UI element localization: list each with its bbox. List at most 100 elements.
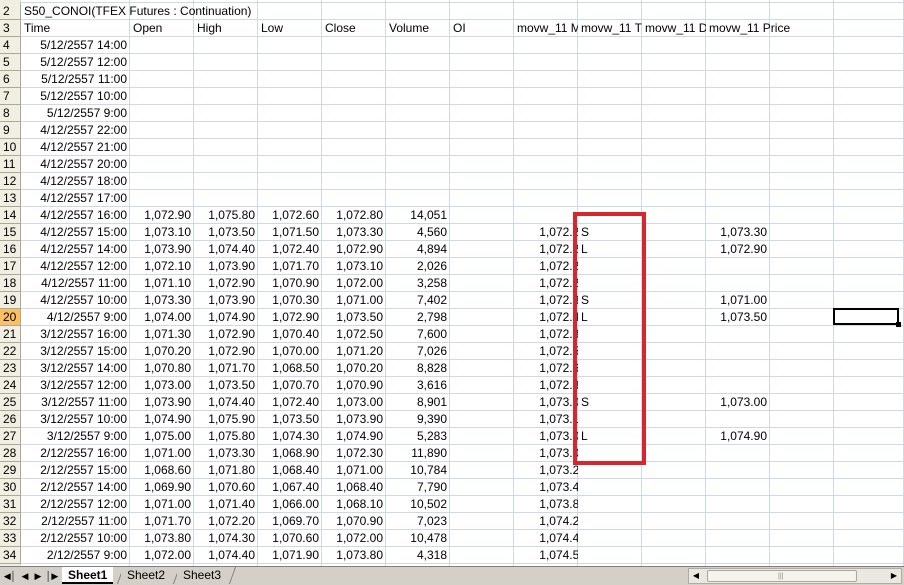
movw-value-cell[interactable]: 1,072.39 <box>514 326 578 343</box>
next-sheet-button[interactable]: ▶ <box>31 569 45 583</box>
row-header[interactable]: 13 <box>0 190 21 207</box>
time-cell[interactable]: 2/12/2557 11:00 <box>21 513 130 530</box>
value-cell[interactable]: 1,069.90 <box>130 479 194 496</box>
row-header[interactable]: 32 <box>0 513 21 530</box>
value-cell[interactable]: 11,890 <box>386 445 450 462</box>
time-cell[interactable]: 2/12/2557 12:00 <box>21 496 130 513</box>
value-cell[interactable]: 1,073.30 <box>194 445 258 462</box>
time-cell[interactable]: 2/12/2557 15:00 <box>21 462 130 479</box>
time-cell[interactable]: 4/12/2557 14:00 <box>21 241 130 258</box>
movw-value-cell[interactable]: 1,074.59 <box>514 547 578 564</box>
value-cell[interactable]: 1,073.90 <box>130 241 194 258</box>
row-header[interactable]: 26 <box>0 411 21 428</box>
price-cell[interactable]: 1,071.00 <box>706 292 770 309</box>
value-cell[interactable]: 1,072.90 <box>322 241 386 258</box>
scroll-left-icon[interactable]: ◀ <box>689 569 703 583</box>
value-cell[interactable]: 1,074.90 <box>194 309 258 326</box>
value-cell[interactable]: 1,070.20 <box>322 360 386 377</box>
value-cell[interactable]: 7,026 <box>386 343 450 360</box>
time-cell[interactable]: 4/12/2557 10:00 <box>21 292 130 309</box>
value-cell[interactable]: 1,070.60 <box>258 530 322 547</box>
value-cell[interactable]: 1,073.10 <box>130 224 194 241</box>
value-cell[interactable]: 1,071.00 <box>322 292 386 309</box>
column-header-cell[interactable]: OI <box>450 20 514 37</box>
time-cell[interactable]: 5/12/2557 9:00 <box>21 105 130 122</box>
movw-value-cell[interactable]: 1,072.31 <box>514 292 578 309</box>
row-header[interactable]: 9 <box>0 122 21 139</box>
value-cell[interactable]: 1,072.40 <box>258 241 322 258</box>
value-cell[interactable]: 7,402 <box>386 292 450 309</box>
row-header[interactable]: 11 <box>0 156 21 173</box>
time-cell[interactable]: 4/12/2557 21:00 <box>21 139 130 156</box>
value-cell[interactable]: 1,068.60 <box>130 462 194 479</box>
value-cell[interactable]: 1,070.60 <box>194 479 258 496</box>
value-cell[interactable]: 1,074.40 <box>194 547 258 564</box>
row-header[interactable]: 6 <box>0 71 21 88</box>
column-header-cell[interactable]: Low <box>258 20 322 37</box>
value-cell[interactable]: 1,074.90 <box>322 428 386 445</box>
value-cell[interactable]: 1,072.00 <box>322 275 386 292</box>
movw-value-cell[interactable]: 1,073.84 <box>514 496 578 513</box>
row-header[interactable]: 22 <box>0 343 21 360</box>
value-cell[interactable]: 1,068.90 <box>258 445 322 462</box>
row-header[interactable]: 18 <box>0 275 21 292</box>
value-cell[interactable]: 1,073.50 <box>194 377 258 394</box>
value-cell[interactable]: 3,258 <box>386 275 450 292</box>
value-cell[interactable]: 1,074.30 <box>258 428 322 445</box>
time-cell[interactable]: 3/12/2557 15:00 <box>21 343 130 360</box>
value-cell[interactable]: 1,072.80 <box>322 207 386 224</box>
row-header[interactable]: 25 <box>0 394 21 411</box>
value-cell[interactable]: 1,073.90 <box>322 411 386 428</box>
time-cell[interactable]: 4/12/2557 22:00 <box>21 122 130 139</box>
row-header[interactable]: 12 <box>0 173 21 190</box>
value-cell[interactable]: 1,073.30 <box>130 292 194 309</box>
time-cell[interactable]: 4/12/2557 17:00 <box>21 190 130 207</box>
value-cell[interactable]: 1,068.50 <box>258 360 322 377</box>
value-cell[interactable]: 1,067.40 <box>258 479 322 496</box>
price-cell[interactable]: 1,073.50 <box>706 309 770 326</box>
time-cell[interactable]: 2/12/2557 16:00 <box>21 445 130 462</box>
time-cell[interactable]: 3/12/2557 10:00 <box>21 411 130 428</box>
column-header-cell[interactable]: High <box>194 20 258 37</box>
prev-sheet-button[interactable]: ◀ <box>18 569 32 583</box>
value-cell[interactable]: 1,072.10 <box>130 258 194 275</box>
movw-value-cell[interactable]: 1,072.23 <box>514 275 578 292</box>
value-cell[interactable]: 9,390 <box>386 411 450 428</box>
value-cell[interactable]: 1,073.90 <box>194 292 258 309</box>
column-header-cell[interactable]: movw_11 M <box>514 20 578 37</box>
value-cell[interactable]: 1,071.00 <box>130 496 194 513</box>
row-header[interactable]: 14 <box>0 207 21 224</box>
value-cell[interactable]: 1,072.90 <box>194 326 258 343</box>
last-sheet-button[interactable]: │▶ <box>45 569 59 583</box>
value-cell[interactable]: 4,894 <box>386 241 450 258</box>
row-header[interactable]: 15 <box>0 224 21 241</box>
value-cell[interactable]: 1,071.30 <box>130 326 194 343</box>
tab-sheet2[interactable]: Sheet2 <box>121 567 172 584</box>
value-cell[interactable]: 1,073.50 <box>322 309 386 326</box>
value-cell[interactable]: 8,901 <box>386 394 450 411</box>
scroll-right-icon[interactable]: ▶ <box>887 569 901 583</box>
row-header[interactable]: 16 <box>0 241 21 258</box>
value-cell[interactable]: 1,075.80 <box>194 207 258 224</box>
value-cell[interactable]: 8,828 <box>386 360 450 377</box>
row-header[interactable]: 7 <box>0 88 21 105</box>
value-cell[interactable]: 1,071.00 <box>130 445 194 462</box>
movw-value-cell[interactable]: 1,072.50 <box>514 343 578 360</box>
row-header[interactable]: 34 <box>0 547 21 564</box>
time-cell[interactable]: 3/12/2557 12:00 <box>21 377 130 394</box>
price-cell[interactable]: 1,072.90 <box>706 241 770 258</box>
value-cell[interactable]: 4,318 <box>386 547 450 564</box>
value-cell[interactable]: 1,073.00 <box>322 394 386 411</box>
value-cell[interactable]: 1,074.40 <box>194 394 258 411</box>
value-cell[interactable]: 5,283 <box>386 428 450 445</box>
sheet-title-cell[interactable]: S50_CONOI(TFEX Futures : Continuation) <box>21 3 421 20</box>
value-cell[interactable]: 2,026 <box>386 258 450 275</box>
time-cell[interactable]: 2/12/2557 14:00 <box>21 479 130 496</box>
row-header[interactable]: 24 <box>0 377 21 394</box>
value-cell[interactable]: 1,071.00 <box>322 462 386 479</box>
value-cell[interactable]: 1,074.00 <box>130 309 194 326</box>
value-cell[interactable]: 1,070.40 <box>258 326 322 343</box>
row-header[interactable]: 8 <box>0 105 21 122</box>
row-header[interactable]: 30 <box>0 479 21 496</box>
value-cell[interactable]: 1,072.90 <box>194 343 258 360</box>
